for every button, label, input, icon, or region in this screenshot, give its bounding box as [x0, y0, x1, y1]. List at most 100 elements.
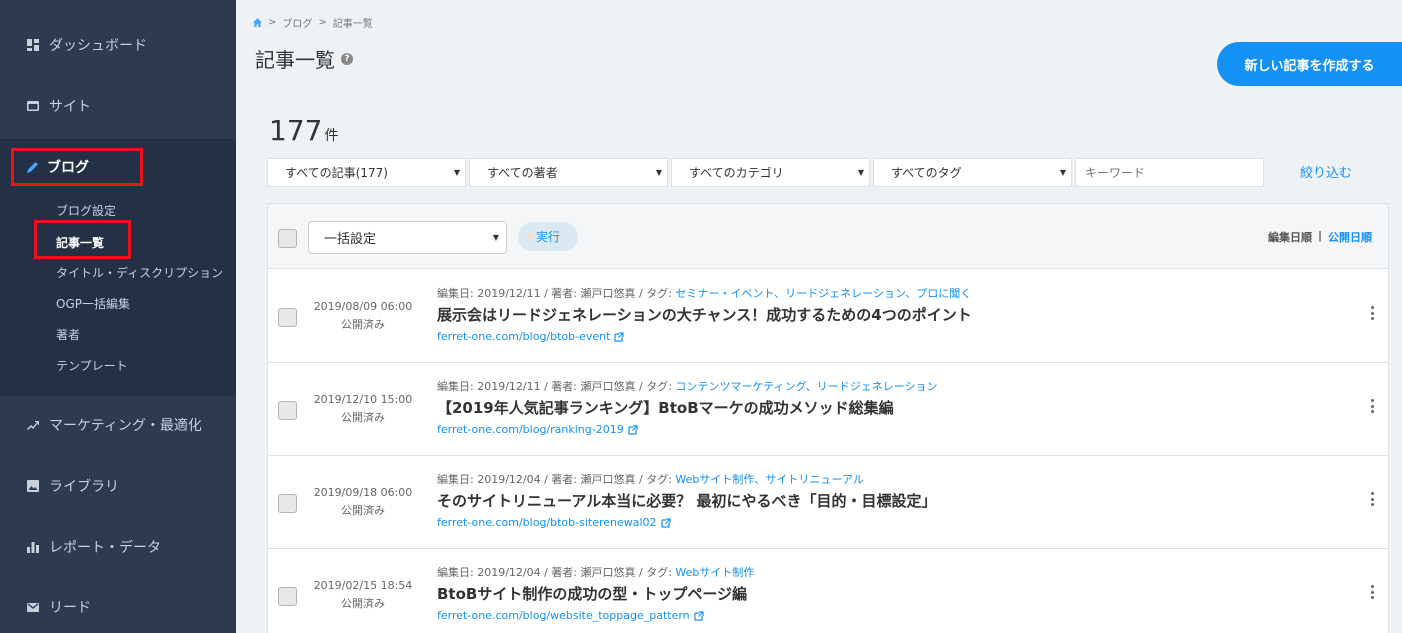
narrow-down-link[interactable]: 絞り込む — [1300, 162, 1352, 181]
sidebar-subitem-article-list[interactable]: 記事一覧 — [56, 234, 104, 251]
breadcrumb-blog[interactable]: ブログ — [282, 15, 312, 30]
row-checkbox[interactable] — [278, 494, 297, 513]
filter-articles-select[interactable]: すべての記事(177) ▼ — [267, 158, 466, 187]
home-icon[interactable] — [253, 18, 262, 27]
article-url: ferret-one.com/blog/btob-siterenewal02 — [437, 516, 657, 529]
external-link-icon — [628, 424, 638, 435]
sidebar-subitem-title-description[interactable]: タイトル・ディスクリプション — [56, 264, 223, 281]
breadcrumb: > ブログ > 記事一覧 — [253, 15, 373, 30]
external-link-icon — [694, 610, 704, 621]
sort-controls: 編集日順 | 公開日順 — [1268, 229, 1372, 245]
sort-separator: | — [1317, 229, 1322, 242]
meta-text: 編集日: 2019/12/04 / 著者: 瀬戸口悠真 / タグ: — [437, 566, 676, 579]
publish-info: 2019/09/18 06:00 公開済み — [303, 484, 423, 520]
table-row: 2019/12/10 15:00 公開済み 編集日: 2019/12/11 / … — [268, 363, 1388, 456]
page-title: 記事一覧 ? — [255, 44, 353, 73]
status-text: 公開済み — [341, 597, 385, 610]
tag-links[interactable]: セミナー・イベント、リードジェネレーション、プロに聞く — [675, 287, 971, 300]
article-list-panel: 一括設定 ▼ 実行 編集日順 | 公開日順 2019/08/09 06:00 公… — [267, 203, 1389, 633]
caret-down-icon: ▼ — [453, 168, 460, 177]
caret-down-icon: ▼ — [492, 233, 499, 242]
filter-categories-value: すべてのカテゴリ — [689, 166, 784, 180]
sidebar-item-lead[interactable]: リード — [0, 577, 236, 633]
publish-info: 2019/12/10 15:00 公開済み — [303, 391, 423, 427]
row-checkbox[interactable] — [278, 401, 297, 420]
publish-date: 2019/02/15 18:54 — [313, 579, 413, 592]
row-checkbox[interactable] — [278, 587, 297, 606]
blog-section: ブログ ブログ設定 記事一覧 タイトル・ディスクリプション OGP一括編集 著者… — [0, 139, 236, 396]
sidebar: ダッシュボード サイト ブログ ブログ設定 記事一覧 タイトル・ディスクリプショ… — [0, 0, 236, 633]
breadcrumb-current: 記事一覧 — [332, 19, 373, 30]
keyword-input[interactable] — [1075, 158, 1264, 187]
meta-text: 編集日: 2019/12/11 / 著者: 瀬戸口悠真 / タグ: — [437, 287, 676, 300]
breadcrumb-separator: > — [268, 17, 277, 28]
filter-tags-value: すべてのタグ — [891, 166, 962, 180]
help-icon[interactable]: ? — [341, 52, 353, 65]
filter-articles-value: すべての記事(177) — [285, 166, 388, 180]
more-options-icon[interactable] — [1369, 306, 1375, 320]
article-url-link[interactable]: ferret-one.com/blog/btob-siterenewal02 — [437, 516, 671, 529]
article-url-link[interactable]: ferret-one.com/blog/btob-event — [437, 330, 625, 343]
sidebar-subitem-authors[interactable]: 著者 — [56, 326, 80, 343]
tag-links[interactable]: Webサイト制作 — [675, 566, 754, 579]
sort-by-publish-date[interactable]: 公開日順 — [1328, 229, 1372, 245]
article-url-link[interactable]: ferret-one.com/blog/website_toppage_patt… — [437, 609, 704, 622]
dashboard-icon — [27, 39, 39, 51]
more-options-icon[interactable] — [1369, 399, 1375, 413]
article-url-link[interactable]: ferret-one.com/blog/ranking-2019 — [437, 423, 638, 436]
sidebar-item-dashboard[interactable]: ダッシュボード — [0, 15, 236, 75]
article-meta: 編集日: 2019/12/11 / 著者: 瀬戸口悠真 / タグ: コンテンツマ… — [437, 378, 938, 394]
row-checkbox[interactable] — [278, 308, 297, 327]
table-row: 2019/09/18 06:00 公開済み 編集日: 2019/12/04 / … — [268, 456, 1388, 549]
article-title[interactable]: そのサイトリニューアル本当に必要？ 最初にやるべき「目的・目標設定」 — [437, 490, 936, 511]
meta-text: 編集日: 2019/12/04 / 著者: 瀬戸口悠真 / タグ: — [437, 473, 676, 486]
sidebar-subitem-templates[interactable]: テンプレート — [56, 357, 128, 374]
sidebar-item-marketing[interactable]: マーケティング・最適化 — [0, 395, 236, 455]
article-meta: 編集日: 2019/12/04 / 著者: 瀬戸口悠真 / タグ: Webサイト… — [437, 471, 864, 487]
bulk-action-select[interactable]: 一括設定 ▼ — [308, 221, 507, 254]
table-row: 2019/02/15 18:54 公開済み 編集日: 2019/12/04 / … — [268, 549, 1388, 633]
article-count-unit: 件 — [324, 128, 339, 144]
bulk-action-value: 一括設定 — [324, 232, 377, 247]
tag-links[interactable]: Webサイト制作、サイトリニューアル — [675, 473, 863, 486]
publish-date: 2019/08/09 06:00 — [313, 300, 413, 313]
sidebar-item-label: レポート・データ — [49, 540, 161, 556]
run-button[interactable]: 実行 — [518, 222, 578, 251]
tag-links[interactable]: コンテンツマーケティング、リードジェネレーション — [675, 380, 937, 393]
sidebar-subitem-blog-settings[interactable]: ブログ設定 — [56, 202, 116, 219]
article-title[interactable]: 【2019年人気記事ランキング】BtoBマーケの成功メソッド総集編 — [437, 397, 894, 418]
create-article-button[interactable]: 新しい記事を作成する — [1217, 42, 1402, 86]
bulk-toolbar: 一括設定 ▼ 実行 編集日順 | 公開日順 — [268, 204, 1388, 269]
filter-authors-value: すべての著者 — [487, 166, 558, 180]
page-title-text: 記事一覧 — [255, 48, 335, 72]
pencil-icon — [27, 162, 38, 173]
sort-by-edit-date[interactable]: 編集日順 — [1268, 229, 1312, 245]
bar-chart-icon — [27, 541, 39, 553]
select-all-checkbox[interactable] — [278, 229, 297, 248]
publish-info: 2019/08/09 06:00 公開済み — [303, 298, 423, 334]
sidebar-subitem-ogp[interactable]: OGP一括編集 — [56, 295, 130, 312]
meta-text: 編集日: 2019/12/11 / 著者: 瀬戸口悠真 / タグ: — [437, 380, 676, 393]
status-text: 公開済み — [341, 411, 385, 424]
article-title[interactable]: BtoBサイト制作の成功の型・トップページ編 — [437, 583, 747, 604]
filter-categories-select[interactable]: すべてのカテゴリ ▼ — [671, 158, 870, 187]
main-content: > ブログ > 記事一覧 記事一覧 ? 新しい記事を作成する 177 件 すべての… — [236, 0, 1402, 633]
more-options-icon[interactable] — [1369, 585, 1375, 599]
external-link-icon — [614, 331, 625, 342]
article-meta: 編集日: 2019/12/11 / 著者: 瀬戸口悠真 / タグ: セミナー・イ… — [437, 285, 971, 301]
filter-authors-select[interactable]: すべての著者 ▼ — [469, 158, 668, 187]
sidebar-item-site[interactable]: サイト — [0, 76, 236, 136]
publish-date: 2019/09/18 06:00 — [313, 486, 413, 499]
caret-down-icon: ▼ — [857, 168, 864, 177]
more-options-icon[interactable] — [1369, 492, 1375, 506]
sidebar-item-blog[interactable]: ブログ — [11, 148, 143, 186]
sidebar-item-report[interactable]: レポート・データ — [0, 517, 236, 577]
sidebar-item-label: リード — [49, 600, 91, 616]
article-url: ferret-one.com/blog/website_toppage_patt… — [437, 609, 690, 622]
filter-tags-select[interactable]: すべてのタグ ▼ — [873, 158, 1072, 187]
sidebar-item-library[interactable]: ライブラリ — [0, 456, 236, 516]
breadcrumb-separator: > — [318, 17, 327, 28]
sidebar-item-label: ブログ — [47, 160, 89, 176]
external-link-icon — [660, 517, 671, 528]
article-title[interactable]: 展示会はリードジェネレーションの大チャンス！成功するための4つのポイント — [437, 304, 972, 325]
